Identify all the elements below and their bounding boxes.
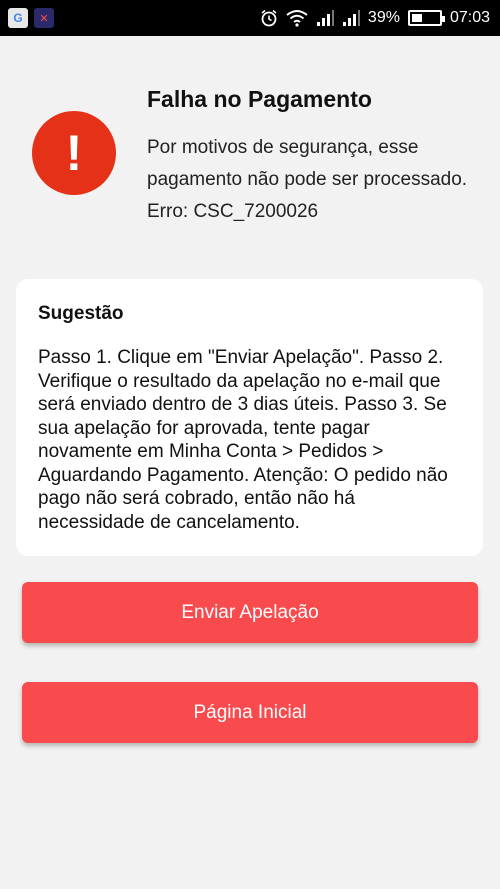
page-title: Falha no Pagamento: [147, 86, 372, 112]
system-indicators: 39% 07:03: [260, 0, 490, 36]
alarm-icon: [261, 9, 277, 27]
home-page-button[interactable]: Página Inicial: [22, 682, 478, 743]
status-bar: G ✕ 39% 07:03: [0, 0, 500, 36]
wifi-icon: [286, 10, 308, 27]
battery-icon: [407, 10, 445, 26]
alert-exclamation-icon: !: [32, 111, 116, 195]
signal-icon-1: [316, 10, 334, 26]
notification-icons: G ✕: [8, 8, 54, 28]
google-icon: G: [8, 8, 28, 28]
clock: 07:03: [449, 9, 490, 26]
send-appeal-button[interactable]: Enviar Apelação: [22, 582, 478, 643]
battery-level: [411, 14, 423, 22]
error-message: Por motivos de segurança, esse pagamento…: [147, 137, 468, 190]
suggestion-card: Sugestão Passo 1. Clique em "Enviar Apel…: [16, 279, 483, 556]
signal-icon-2: [342, 10, 360, 26]
suggestion-title: Sugestão: [38, 303, 124, 324]
error-code: Erro: CSC_7200026: [147, 201, 319, 222]
battery-percent: 39%: [367, 9, 400, 26]
app-icon: ✕: [34, 8, 54, 28]
suggestion-text: Passo 1. Clique em "Enviar Apelação". Pa…: [38, 347, 448, 533]
